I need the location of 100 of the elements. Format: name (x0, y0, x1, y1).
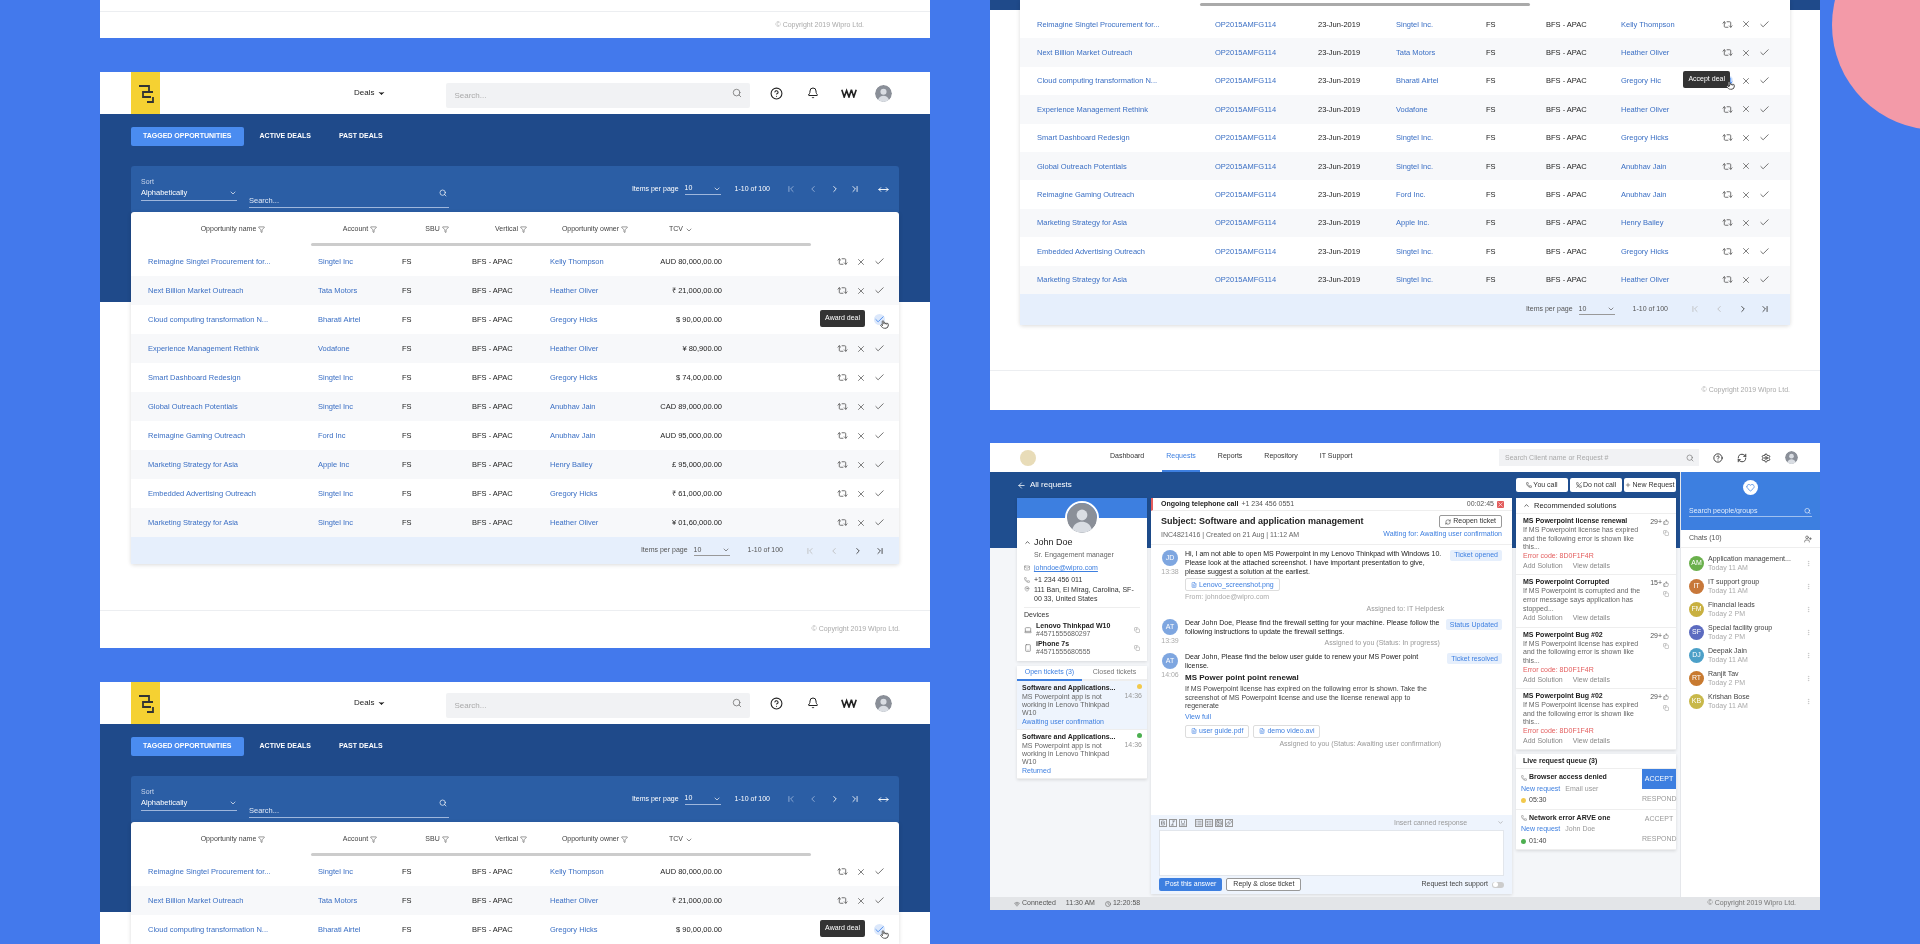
underline-icon[interactable] (1179, 818, 1187, 827)
refresh-icon[interactable] (1737, 452, 1747, 463)
filter-icon[interactable] (441, 226, 449, 233)
logo-icon[interactable] (131, 682, 160, 724)
swap-icon[interactable] (1722, 132, 1733, 144)
swap-icon[interactable] (1722, 189, 1733, 201)
next-page-icon[interactable] (830, 184, 840, 194)
swap-icon[interactable] (837, 372, 848, 383)
help-icon[interactable] (770, 86, 784, 100)
swap-icon[interactable] (1722, 160, 1733, 172)
check-icon[interactable] (874, 430, 885, 441)
deals-menu[interactable]: Deals (354, 697, 387, 709)
close-icon[interactable] (856, 459, 866, 470)
collapse-icon[interactable] (1024, 539, 1031, 547)
close-icon[interactable] (856, 488, 866, 499)
close-icon[interactable] (1741, 161, 1751, 172)
logo-icon[interactable] (131, 72, 160, 114)
image-icon[interactable] (1215, 818, 1223, 827)
check-icon[interactable] (874, 488, 885, 499)
toggle-switch[interactable] (1492, 881, 1504, 888)
last-page-icon[interactable] (850, 184, 860, 194)
check-icon[interactable] (874, 517, 885, 528)
close-icon[interactable] (1741, 47, 1751, 58)
swap-icon[interactable] (1722, 47, 1733, 59)
swap-icon[interactable] (837, 488, 848, 499)
close-icon[interactable] (856, 866, 866, 877)
thumbs-up-icon[interactable] (1663, 580, 1669, 587)
settings-icon[interactable] (1761, 452, 1771, 463)
avatar[interactable] (1785, 451, 1798, 464)
swap-icon[interactable] (1722, 274, 1733, 286)
close-icon[interactable] (1741, 246, 1751, 257)
previous-page-icon[interactable] (808, 184, 818, 194)
next-page-icon[interactable] (830, 794, 840, 804)
close-icon[interactable] (856, 517, 866, 528)
filter-icon[interactable] (621, 226, 629, 233)
notification-icon[interactable] (807, 87, 820, 99)
thumbs-up-icon[interactable] (1663, 633, 1669, 639)
close-icon[interactable] (856, 343, 866, 354)
next-page-icon[interactable] (853, 545, 863, 556)
swap-icon[interactable] (837, 517, 848, 528)
check-icon[interactable] (1759, 245, 1770, 257)
swap-icon[interactable] (1722, 217, 1733, 229)
swap-icon[interactable] (837, 343, 848, 354)
swap-icon[interactable] (837, 285, 848, 296)
last-page-icon[interactable] (875, 545, 885, 556)
search-field[interactable]: Search... (446, 692, 751, 718)
avatar[interactable] (875, 84, 893, 102)
thumbs-up-icon[interactable] (1663, 694, 1669, 701)
check-icon[interactable] (874, 372, 885, 383)
back-link[interactable]: All requests (1030, 479, 1072, 491)
search-field[interactable]: Search... (446, 82, 751, 108)
close-icon[interactable] (1741, 75, 1751, 86)
close-icon[interactable] (856, 285, 866, 296)
check-icon[interactable] (874, 866, 885, 877)
close-icon[interactable] (1741, 19, 1751, 30)
swap-icon[interactable] (837, 459, 848, 470)
close-icon[interactable] (856, 430, 866, 441)
close-icon[interactable] (1741, 132, 1751, 143)
close-icon[interactable] (1741, 104, 1751, 115)
check-icon[interactable] (874, 895, 885, 906)
last-page-icon[interactable] (850, 794, 860, 804)
close-icon[interactable] (1741, 189, 1751, 200)
avatar[interactable] (875, 694, 893, 712)
check-icon[interactable] (1759, 18, 1770, 30)
filter-icon[interactable] (520, 836, 527, 843)
bold-icon[interactable] (1159, 818, 1167, 827)
swap-icon[interactable] (837, 256, 848, 267)
logo-icon[interactable] (841, 698, 858, 708)
first-page-icon[interactable] (786, 794, 796, 804)
check-icon[interactable] (874, 343, 885, 354)
logo-icon[interactable] (841, 88, 858, 98)
list-icon[interactable] (1195, 818, 1203, 827)
swap-icon[interactable] (837, 895, 848, 906)
check-icon[interactable] (874, 459, 885, 470)
close-icon[interactable] (856, 372, 866, 383)
thumbs-up-icon[interactable] (1663, 519, 1669, 526)
swap-icon[interactable] (837, 430, 848, 441)
check-icon[interactable] (1759, 103, 1770, 115)
check-icon[interactable] (874, 256, 885, 267)
swap-icon[interactable] (1722, 18, 1733, 30)
add-group-icon[interactable] (1804, 534, 1812, 543)
filter-icon[interactable] (621, 836, 629, 843)
close-icon[interactable] (856, 256, 866, 267)
previous-page-icon[interactable] (808, 794, 818, 804)
filter-icon[interactable] (441, 836, 449, 843)
numbered-list-icon[interactable] (1205, 818, 1213, 827)
close-icon[interactable] (856, 895, 866, 906)
swap-icon[interactable] (837, 401, 848, 412)
check-icon[interactable] (874, 401, 885, 412)
check-icon[interactable] (1759, 160, 1770, 172)
close-icon[interactable] (1741, 217, 1751, 228)
reply-field[interactable] (1159, 830, 1504, 876)
check-icon[interactable] (874, 285, 885, 296)
filter-icon[interactable] (370, 226, 378, 233)
close-icon[interactable] (1741, 274, 1751, 285)
collapse-icon[interactable] (1523, 502, 1530, 509)
swap-icon[interactable] (837, 866, 848, 877)
filter-icon[interactable] (370, 836, 378, 843)
notification-icon[interactable] (807, 697, 820, 709)
swap-icon[interactable] (1722, 103, 1733, 115)
